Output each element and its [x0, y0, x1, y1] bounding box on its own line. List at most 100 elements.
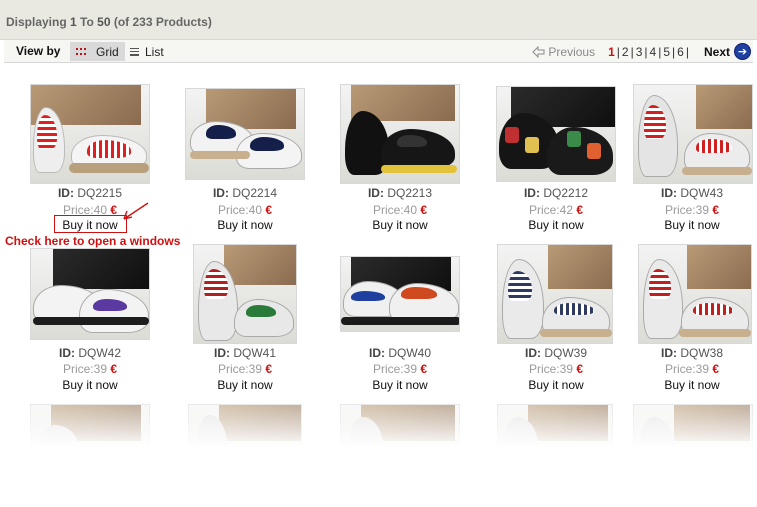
price-prefix: Price:	[62, 362, 94, 376]
arrow-left-icon	[532, 45, 545, 58]
product-id-value: DQW41	[233, 346, 277, 360]
id-prefix: ID:	[57, 186, 74, 200]
list-view-button[interactable]: List	[128, 42, 178, 61]
grid-view-label: Grid	[96, 44, 119, 59]
annotation-arrow-icon	[123, 202, 149, 220]
product-price: Price:40 €	[180, 203, 310, 217]
product-id-value: DQW40	[388, 346, 432, 360]
view-toolbar: View by Grid List Previous 1 | 2 | 3 | 4 | 5 | 6 | …	[4, 40, 753, 63]
price-prefix: Price:	[528, 362, 560, 376]
grid-view-button[interactable]: Grid	[70, 42, 125, 61]
product-id-value: DQW43	[680, 186, 724, 200]
euro-icon: €	[576, 203, 584, 217]
euro-icon: €	[576, 362, 584, 376]
product-id: ID: DQ2213	[335, 186, 465, 200]
buy-now-link[interactable]: Buy it now	[180, 218, 310, 232]
product-image[interactable]	[193, 244, 297, 344]
euro-icon: €	[420, 203, 428, 217]
euro-icon: €	[712, 362, 720, 376]
id-prefix: ID:	[213, 346, 230, 360]
grid-icon	[76, 47, 86, 56]
id-prefix: ID:	[212, 186, 229, 200]
product-price: Price:39 €	[627, 362, 757, 376]
euro-icon: €	[110, 362, 118, 376]
product-price: Price:39 €	[180, 362, 310, 376]
product-price: Price:39 €	[627, 203, 757, 217]
buy-now-link[interactable]: Buy it now	[25, 378, 155, 392]
product-image[interactable]	[30, 84, 150, 184]
product-id: ID: DQ2212	[491, 186, 621, 200]
previous-page-link[interactable]: Previous	[532, 45, 595, 59]
next-label: Next	[703, 44, 730, 59]
product-id-value: DQ2212	[543, 186, 589, 200]
product-price: Price:40 €	[335, 203, 465, 217]
price-value: 39	[695, 362, 709, 376]
buy-now-link[interactable]: Buy it now	[491, 218, 621, 232]
page-separator: |	[644, 44, 648, 59]
price-value: 39	[93, 362, 107, 376]
results-to: 50	[97, 15, 111, 29]
euro-icon: €	[712, 203, 720, 217]
page-link-2[interactable]: 2	[621, 45, 630, 59]
annotation-text: Check here to open a windows	[5, 234, 181, 248]
id-prefix: ID:	[660, 186, 677, 200]
page-link-1[interactable]: 1	[607, 45, 616, 59]
product-image[interactable]	[185, 88, 305, 180]
price-value: 40	[248, 203, 262, 217]
euro-icon: €	[265, 203, 273, 217]
buy-now-link[interactable]: Buy it now	[491, 378, 621, 392]
page-separator: |	[685, 44, 689, 59]
product-id: ID: DQ2215	[25, 186, 155, 200]
product-id-value: DQW42	[78, 346, 122, 360]
price-value: 40	[403, 203, 417, 217]
id-prefix: ID:	[660, 346, 677, 360]
arrow-right-icon: ➔	[734, 43, 751, 60]
price-prefix: Price:	[664, 362, 696, 376]
results-summary-bar: Displaying 1 To 50 (of 233 Products)	[0, 0, 757, 40]
buy-now-link[interactable]: Buy it now	[335, 378, 465, 392]
page-link-4[interactable]: 4	[649, 45, 658, 59]
results-prefix: Displaying	[6, 15, 71, 29]
product-id: ID: DQ2214	[180, 186, 310, 200]
buy-now-link[interactable]: Buy it now	[627, 378, 757, 392]
results-from: 1	[70, 15, 77, 29]
results-count: Displaying 1 To 50 (of 233 Products)	[6, 15, 212, 29]
next-page-link[interactable]: Next ➔	[704, 43, 751, 60]
list-view-label: List	[145, 44, 164, 59]
results-to-word: To	[76, 15, 98, 29]
product-image[interactable]	[30, 248, 150, 340]
price-prefix: Price:	[664, 203, 696, 217]
buy-now-highlight	[54, 215, 127, 233]
price-prefix: Price:	[372, 203, 404, 217]
price-value: 39	[559, 362, 573, 376]
buy-now-link[interactable]: Buy it now	[180, 378, 310, 392]
product-image[interactable]	[497, 244, 613, 344]
page-separator: |	[630, 44, 634, 59]
product-image[interactable]	[340, 256, 460, 332]
product-id-value: DQ2213	[387, 186, 433, 200]
price-value: 39	[403, 362, 417, 376]
buy-now-link[interactable]: Buy it now	[335, 218, 465, 232]
page-numbers: 1 | 2 | 3 | 4 | 5 | 6 |	[607, 45, 690, 59]
buy-now-link[interactable]: Buy it now	[627, 218, 757, 232]
page-link-5[interactable]: 5	[662, 45, 671, 59]
product-image[interactable]	[340, 84, 460, 184]
product-image[interactable]	[633, 84, 753, 184]
id-prefix: ID:	[58, 346, 75, 360]
product-id: ID: DQW40	[335, 346, 465, 360]
page-link-6[interactable]: 6	[676, 45, 685, 59]
euro-icon: €	[265, 362, 273, 376]
id-prefix: ID:	[523, 186, 540, 200]
product-image[interactable]	[496, 86, 616, 182]
euro-icon: €	[420, 362, 428, 376]
product-id-value: DQ2214	[232, 186, 278, 200]
product-price: Price:42 €	[491, 203, 621, 217]
product-price: Price:39 €	[491, 362, 621, 376]
product-image[interactable]	[638, 244, 752, 344]
id-prefix: ID:	[368, 346, 385, 360]
product-price: Price:39 €	[335, 362, 465, 376]
list-icon	[130, 47, 139, 56]
price-prefix: Price:	[217, 362, 249, 376]
product-id-value: DQW39	[544, 346, 588, 360]
id-prefix: ID:	[524, 346, 541, 360]
